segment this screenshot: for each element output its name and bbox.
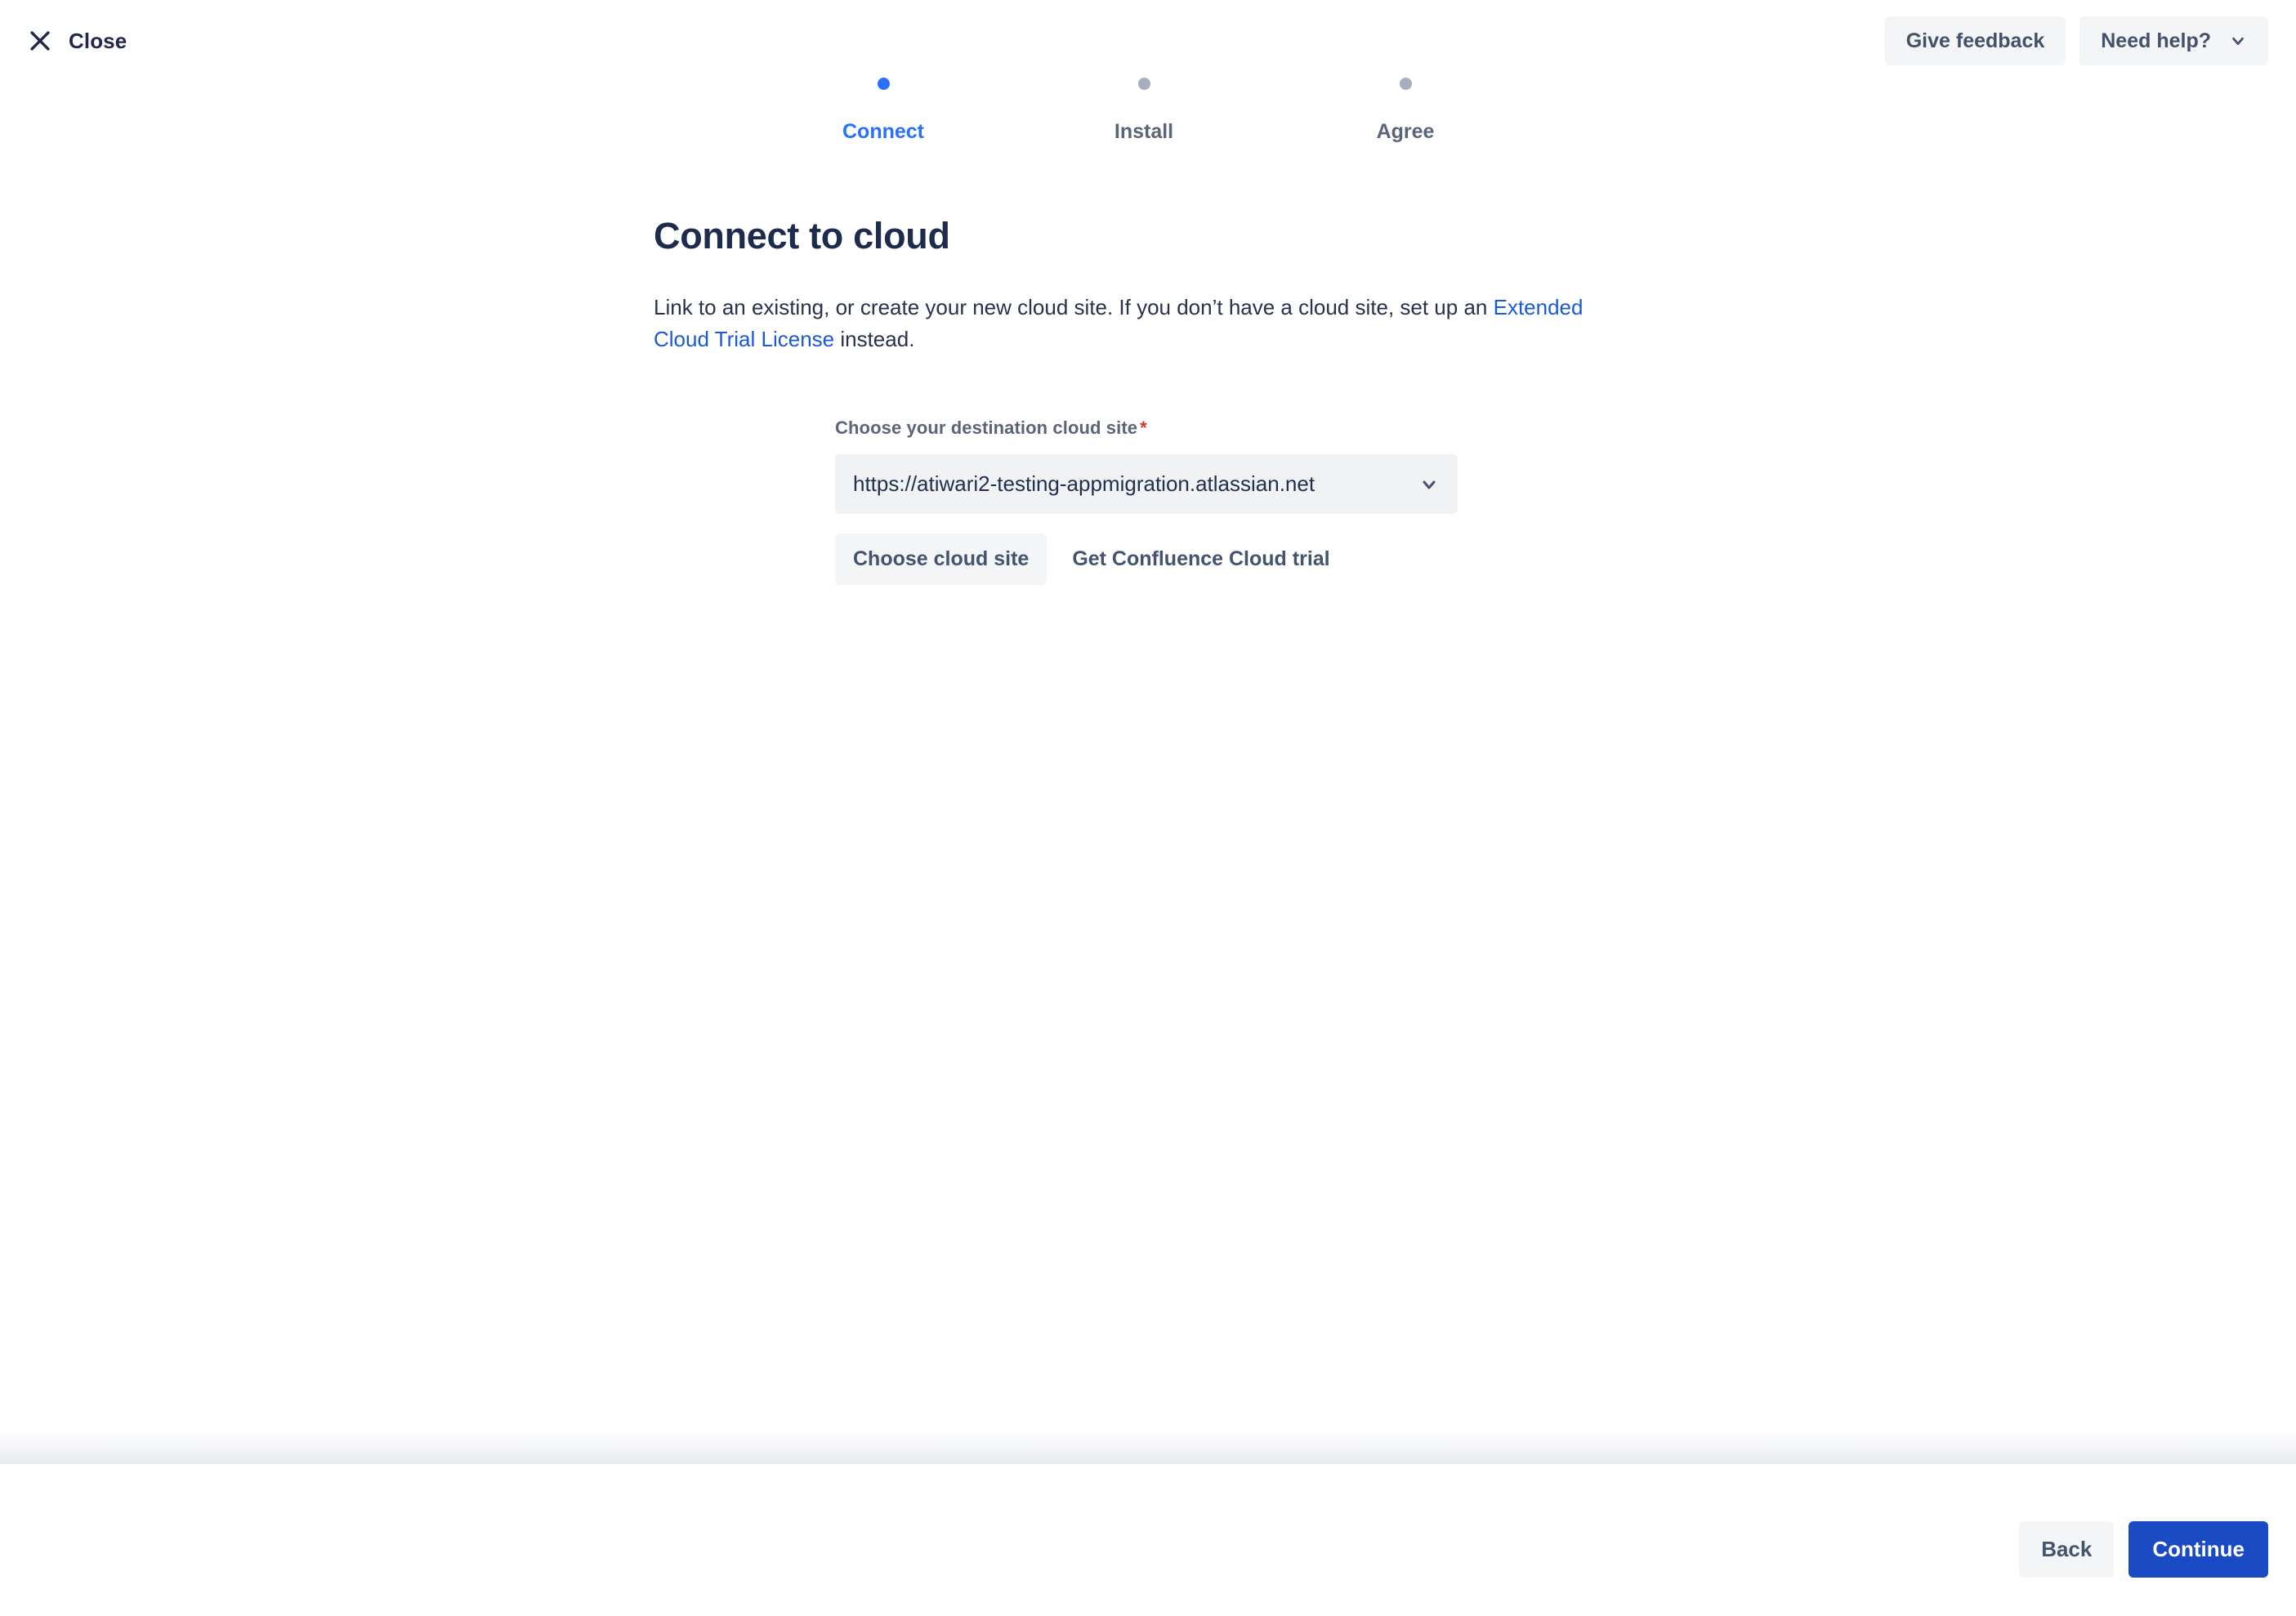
- form-action-buttons: Choose cloud site Get Confluence Cloud t…: [835, 533, 1570, 585]
- stepper-step-agree-label: Agree: [1376, 120, 1435, 143]
- page-description-text-before: Link to an existing, or create your new …: [654, 294, 1494, 319]
- continue-button-label: Continue: [2152, 1537, 2245, 1561]
- stepper-step-connect[interactable]: Connect: [761, 78, 1006, 142]
- page-description: Link to an existing, or create your new …: [654, 292, 1601, 356]
- footer-separator: [0, 1428, 2296, 1464]
- top-bar: Close Give feedback Need help?: [0, 0, 2296, 82]
- main-content: Connect to cloud Link to an existing, or…: [654, 215, 1634, 356]
- step-dot-connect: [877, 78, 890, 90]
- destination-site-select[interactable]: https://atiwari2-testing-appmigration.at…: [835, 454, 1458, 514]
- footer-actions: Back Continue: [2019, 1521, 2268, 1578]
- progress-stepper: Connect Install Agree: [0, 78, 2296, 167]
- migration-wizard-screen: Close Give feedback Need help? Connect I…: [0, 0, 2296, 1616]
- stepper-step-agree[interactable]: Agree: [1283, 78, 1528, 142]
- need-help-label: Need help?: [2101, 29, 2211, 52]
- back-button[interactable]: Back: [2019, 1521, 2115, 1578]
- page-description-text-after: instead.: [834, 327, 915, 352]
- choose-cloud-site-button[interactable]: Choose cloud site: [835, 533, 1047, 585]
- close-icon: [26, 27, 54, 55]
- destination-site-label: Choose your destination cloud site *: [835, 419, 1570, 437]
- footer-bar: Back Continue: [0, 1464, 2296, 1616]
- continue-button[interactable]: Continue: [2128, 1521, 2268, 1578]
- destination-site-selected-value: https://atiwari2-testing-appmigration.at…: [853, 471, 1316, 496]
- need-help-button[interactable]: Need help?: [2079, 16, 2268, 65]
- step-dot-install: [1137, 78, 1150, 90]
- chevron-down-icon: [2229, 32, 2247, 50]
- stepper-step-connect-label: Connect: [842, 120, 924, 143]
- give-feedback-button[interactable]: Give feedback: [1884, 16, 2066, 65]
- back-button-label: Back: [2041, 1537, 2093, 1561]
- get-confluence-cloud-trial-button[interactable]: Get Confluence Cloud trial: [1054, 533, 1347, 585]
- step-dot-agree: [1399, 78, 1412, 90]
- choose-cloud-site-label: Choose cloud site: [853, 547, 1030, 570]
- cloud-site-form: Choose your destination cloud site * http…: [835, 419, 1570, 585]
- chevron-down-icon: [1419, 475, 1439, 494]
- give-feedback-label: Give feedback: [1905, 29, 2045, 52]
- stepper-step-install[interactable]: Install: [1021, 78, 1266, 142]
- close-button-label: Close: [69, 28, 127, 53]
- required-asterisk: *: [1140, 417, 1147, 438]
- top-bar-actions: Give feedback Need help?: [1884, 16, 2268, 65]
- page-title: Connect to cloud: [654, 215, 950, 257]
- get-confluence-cloud-trial-label: Get Confluence Cloud trial: [1072, 547, 1330, 570]
- destination-site-label-text: Choose your destination cloud site: [835, 417, 1138, 438]
- stepper-step-install-label: Install: [1114, 120, 1174, 143]
- close-button[interactable]: Close: [18, 18, 135, 64]
